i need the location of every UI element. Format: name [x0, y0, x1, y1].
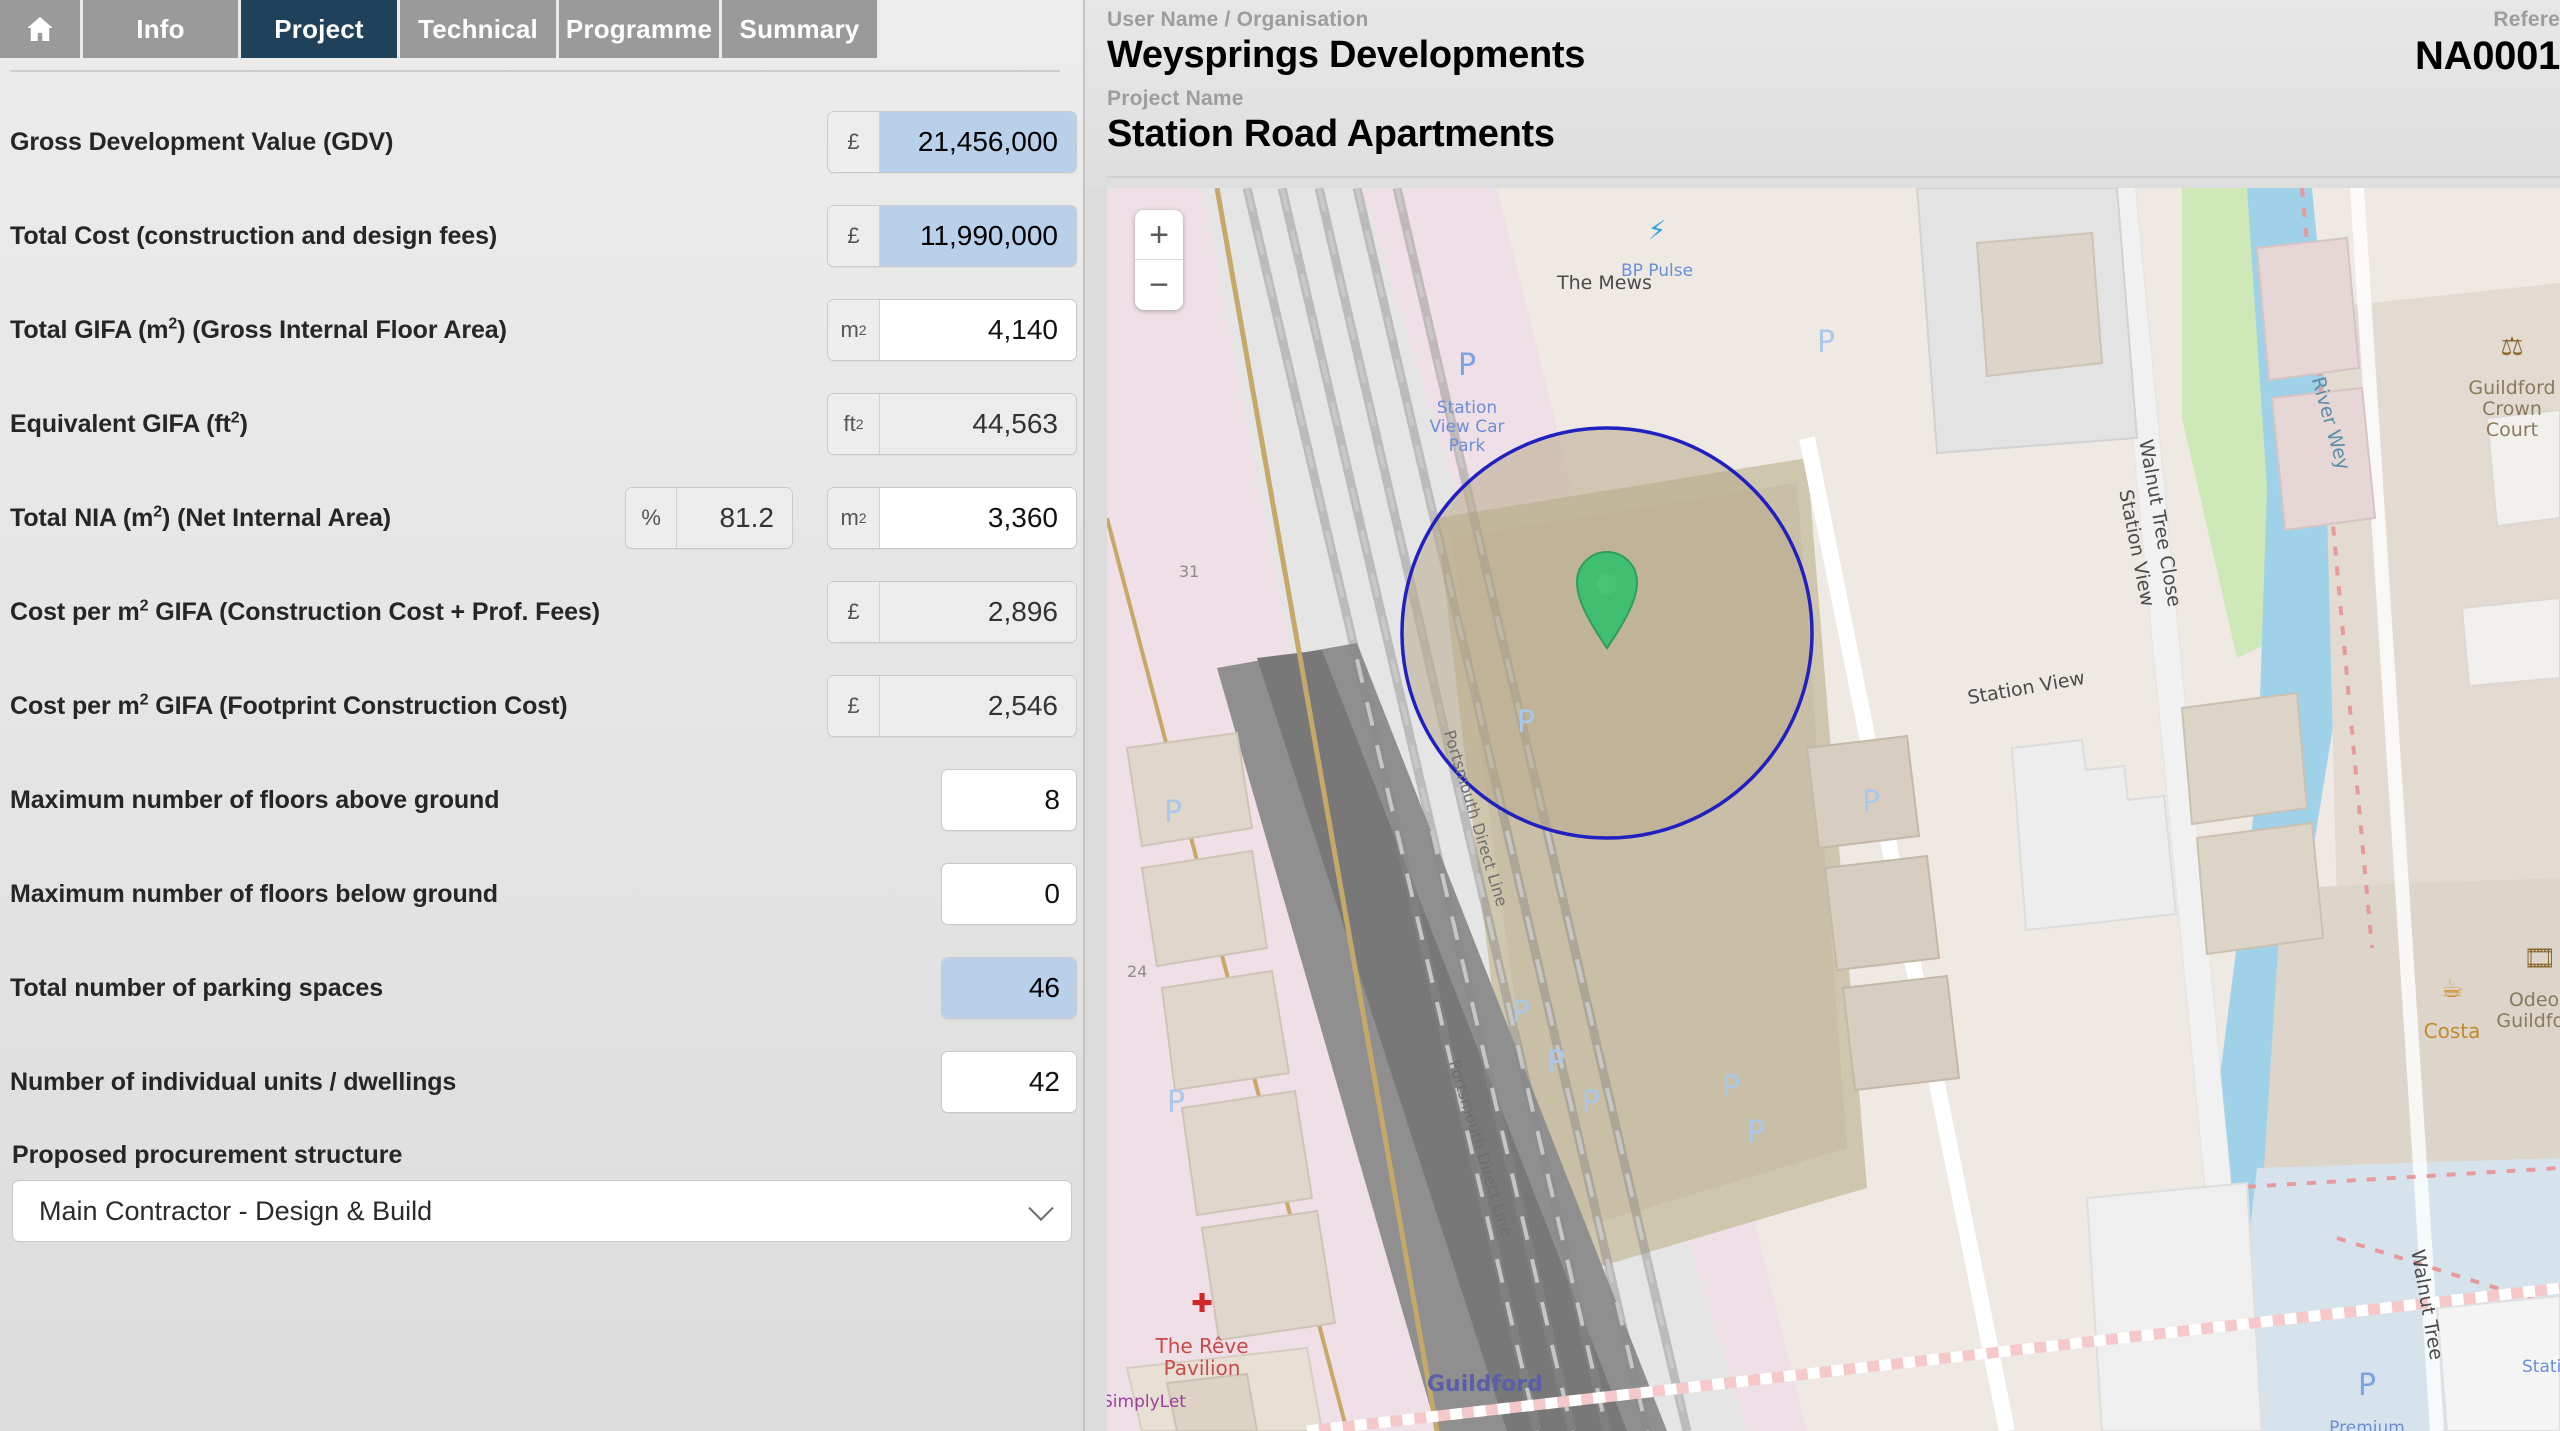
nia-percent-value: 81.2 — [677, 488, 792, 548]
total-gifa-input[interactable]: 4,140 — [880, 300, 1076, 360]
label-procurement-structure: Proposed procurement structure — [12, 1141, 1077, 1170]
label-floors-below: Maximum number of floors below ground — [10, 880, 941, 909]
reference-caption: Refere — [2415, 8, 2560, 32]
label-equivalent-gifa: Equivalent GIFA (ft2) — [10, 410, 827, 439]
form-row-gdv: Gross Development Value (GDV) £ 21,456,0… — [10, 95, 1077, 189]
label-floors-above: Maximum number of floors above ground — [10, 786, 941, 815]
tab-technical[interactable]: Technical — [400, 0, 556, 58]
unit-addon-m2: m2 — [828, 300, 880, 360]
form-row-cost-per-m2-construction: Cost per m2 GIFA (Construction Cost + Pr… — [10, 565, 1077, 659]
total-nia-input-group[interactable]: m2 3,360 — [827, 487, 1077, 549]
dwellings-input-group[interactable]: 42 — [941, 1051, 1077, 1113]
parking-spaces-input-group[interactable]: 46 — [941, 957, 1077, 1019]
label-gdv: Gross Development Value (GDV) — [10, 128, 827, 157]
tab-summary[interactable]: Summary — [722, 0, 877, 58]
percent-addon: % — [626, 488, 677, 548]
org-caption: User Name / Organisation — [1107, 8, 2560, 32]
label-total-cost: Total Cost (construction and design fees… — [10, 222, 827, 251]
total-nia-input[interactable]: 3,360 — [880, 488, 1076, 548]
currency-addon: £ — [828, 676, 880, 736]
gdv-input[interactable]: 21,456,000 — [880, 112, 1076, 172]
label-dwellings: Number of individual units / dwellings — [10, 1068, 941, 1097]
equivalent-gifa-value: 44,563 — [880, 394, 1076, 454]
label-total-nia: Total NIA (m2) (Net Internal Area) — [10, 504, 625, 533]
form-row-floors-above: Maximum number of floors above ground 8 — [10, 753, 1077, 847]
parking-spaces-input[interactable]: 46 — [942, 958, 1076, 1018]
project-name: Station Road Apartments — [1107, 113, 2560, 156]
currency-addon: £ — [828, 112, 880, 172]
home-icon — [23, 13, 57, 45]
unit-addon-m2: m2 — [828, 488, 880, 548]
currency-addon: £ — [828, 206, 880, 266]
label-cost-per-m2-footprint: Cost per m2 GIFA (Footprint Construction… — [10, 692, 827, 721]
tab-project[interactable]: Project — [241, 0, 397, 58]
tab-summary-label: Summary — [740, 14, 860, 45]
equivalent-gifa-input-group: ft2 44,563 — [827, 393, 1077, 455]
floors-below-input[interactable]: 0 — [942, 864, 1076, 924]
dwellings-input[interactable]: 42 — [942, 1052, 1076, 1112]
cost-per-m2-construction-group: £ 2,896 — [827, 581, 1077, 643]
form-row-total-gifa: Total GIFA (m2) (Gross Internal Floor Ar… — [10, 283, 1077, 377]
project-form-panel: Info Project Technical Programme Summary… — [0, 0, 1085, 1431]
zoom-out-button[interactable]: − — [1135, 260, 1183, 310]
tab-bar: Info Project Technical Programme Summary — [0, 0, 1083, 58]
total-cost-input[interactable]: 11,990,000 — [880, 206, 1076, 266]
zoom-in-button[interactable]: + — [1135, 210, 1183, 260]
cost-per-m2-construction-value: 2,896 — [880, 582, 1076, 642]
map-canvas — [1107, 188, 2560, 1431]
form-row-dwellings: Number of individual units / dwellings 4… — [10, 1035, 1077, 1129]
gdv-input-group[interactable]: £ 21,456,000 — [827, 111, 1077, 173]
form-row-total-nia: Total NIA (m2) (Net Internal Area) % 81.… — [10, 471, 1077, 565]
label-cost-per-m2-construction: Cost per m2 GIFA (Construction Cost + Pr… — [10, 598, 827, 627]
procurement-structure-select[interactable]: Main Contractor - Design & Build — [12, 1180, 1072, 1242]
tab-divider — [10, 70, 1060, 72]
floors-above-input-group[interactable]: 8 — [941, 769, 1077, 831]
tab-project-label: Project — [274, 14, 364, 45]
nia-percent-group: % 81.2 — [625, 487, 793, 549]
project-form: Gross Development Value (GDV) £ 21,456,0… — [0, 95, 1085, 1242]
form-row-floors-below: Maximum number of floors below ground 0 — [10, 847, 1077, 941]
total-gifa-input-group[interactable]: m2 4,140 — [827, 299, 1077, 361]
project-caption: Project Name — [1107, 87, 2560, 111]
reference-block: Refere NA0001 — [2415, 8, 2560, 89]
form-row-cost-per-m2-footprint: Cost per m2 GIFA (Footprint Construction… — [10, 659, 1077, 753]
form-row-equivalent-gifa: Equivalent GIFA (ft2) ft2 44,563 — [10, 377, 1077, 471]
header-divider — [1107, 176, 2560, 178]
form-row-total-cost: Total Cost (construction and design fees… — [10, 189, 1077, 283]
cost-per-m2-footprint-value: 2,546 — [880, 676, 1076, 736]
total-cost-input-group[interactable]: £ 11,990,000 — [827, 205, 1077, 267]
project-header: User Name / Organisation Weysprings Deve… — [1085, 0, 2560, 188]
label-total-gifa: Total GIFA (m2) (Gross Internal Floor Ar… — [10, 316, 827, 345]
procurement-structure-value[interactable]: Main Contractor - Design & Build — [12, 1180, 1072, 1242]
tab-programme[interactable]: Programme — [559, 0, 719, 58]
floors-above-input[interactable]: 8 — [942, 770, 1076, 830]
label-parking-spaces: Total number of parking spaces — [10, 974, 941, 1003]
tab-info-label: Info — [136, 14, 184, 45]
currency-addon: £ — [828, 582, 880, 642]
tab-programme-label: Programme — [566, 14, 712, 45]
tab-home[interactable] — [0, 0, 80, 58]
tab-technical-label: Technical — [418, 14, 538, 45]
map-zoom-controls[interactable]: + − — [1135, 210, 1183, 310]
form-row-parking-spaces: Total number of parking spaces 46 — [10, 941, 1077, 1035]
unit-addon-ft2: ft2 — [828, 394, 880, 454]
site-location-map[interactable]: + − ⚡ BP Pulse The Mews P Station View C… — [1107, 188, 2560, 1431]
reference-value: NA0001 — [2415, 34, 2560, 79]
floors-below-input-group[interactable]: 0 — [941, 863, 1077, 925]
org-name: Weysprings Developments — [1107, 34, 2560, 77]
tab-info[interactable]: Info — [83, 0, 238, 58]
cost-per-m2-footprint-group: £ 2,546 — [827, 675, 1077, 737]
project-detail-panel: User Name / Organisation Weysprings Deve… — [1085, 0, 2560, 1431]
